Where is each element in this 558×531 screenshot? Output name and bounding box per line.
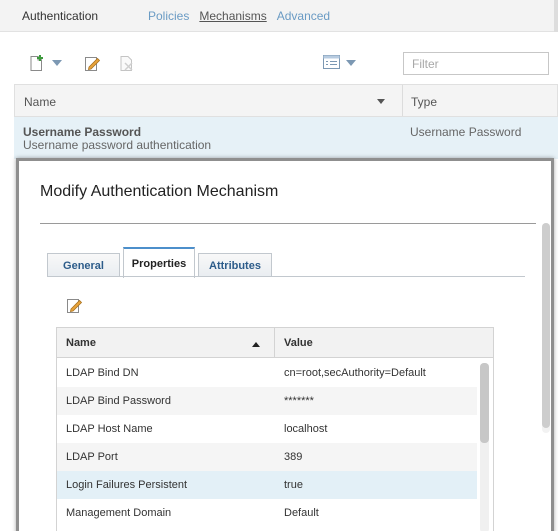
tab-attributes[interactable]: Attributes xyxy=(198,253,272,277)
column-divider xyxy=(274,328,275,358)
column-header-type[interactable]: Type xyxy=(411,95,437,109)
property-value: 389 xyxy=(284,451,303,463)
modify-mechanism-dialog: Modify Authentication Mechanism General … xyxy=(16,158,554,531)
table-row[interactable]: LDAP Host Name localhost xyxy=(57,415,477,443)
header-nav: Policies Mechanisms Advanced xyxy=(148,9,330,23)
new-icon[interactable] xyxy=(28,54,46,72)
nav-link-advanced[interactable]: Advanced xyxy=(277,9,330,23)
view-dropdown-caret-icon[interactable] xyxy=(345,58,357,68)
property-name: Login Failures Persistent xyxy=(66,479,188,491)
view-options-icon[interactable] xyxy=(322,54,340,70)
table-scrollbar[interactable] xyxy=(480,363,489,531)
property-name: LDAP Host Name xyxy=(66,423,153,435)
nav-link-mechanisms[interactable]: Mechanisms xyxy=(199,9,266,23)
filter-input[interactable] xyxy=(403,52,549,75)
dialog-divider xyxy=(40,223,536,224)
header-bar: Authentication Policies Mechanisms Advan… xyxy=(0,0,558,32)
new-dropdown-caret-icon[interactable] xyxy=(51,58,63,68)
properties-table-header: Name Value xyxy=(57,328,493,358)
column-divider xyxy=(402,85,403,116)
property-value: ******* xyxy=(284,395,314,407)
dialog-scrollbar-thumb[interactable] xyxy=(542,223,550,428)
table-row-selected[interactable]: Login Failures Persistent true xyxy=(57,471,477,499)
sort-descending-icon[interactable] xyxy=(377,99,385,104)
tab-general[interactable]: General xyxy=(47,253,120,277)
property-name: LDAP Bind DN xyxy=(66,367,139,379)
table-row[interactable]: LDAP Bind Password ******* xyxy=(57,387,477,415)
mechanism-description: Username password authentication xyxy=(23,138,212,152)
table-row[interactable]: Management Domain Default xyxy=(57,499,477,527)
property-name: LDAP Bind Password xyxy=(66,395,171,407)
property-value: Default xyxy=(284,507,319,519)
tab-properties[interactable]: Properties xyxy=(123,247,195,278)
sort-ascending-icon[interactable] xyxy=(252,342,260,347)
mechanism-type: Username Password xyxy=(410,125,522,139)
page-title: Authentication xyxy=(22,9,99,23)
mechanisms-table-header: Name Type xyxy=(14,84,558,117)
mechanism-name: Username Password xyxy=(23,125,142,139)
nav-link-policies[interactable]: Policies xyxy=(148,9,189,23)
toolbar xyxy=(0,32,558,84)
delete-icon[interactable] xyxy=(118,54,136,72)
dialog-title: Modify Authentication Mechanism xyxy=(40,183,279,200)
property-name: Management Domain xyxy=(66,507,172,519)
column-header-value[interactable]: Value xyxy=(284,337,313,349)
table-row[interactable]: LDAP Port 389 xyxy=(57,443,477,471)
table-scrollbar-thumb[interactable] xyxy=(480,363,489,443)
property-value: cn=root,secAuthority=Default xyxy=(284,367,426,379)
properties-table: Name Value LDAP Bind DN cn=root,secAutho… xyxy=(56,327,494,531)
edit-property-icon[interactable] xyxy=(66,297,83,317)
table-row[interactable]: LDAP Bind DN cn=root,secAuthority=Defaul… xyxy=(57,359,477,387)
column-header-name[interactable]: Name xyxy=(24,95,56,109)
property-value: true xyxy=(284,479,303,491)
dialog-scrollbar[interactable] xyxy=(542,223,550,433)
edit-icon[interactable] xyxy=(83,54,101,72)
table-row[interactable]: Username Password Username password auth… xyxy=(14,117,558,159)
property-value: localhost xyxy=(284,423,328,435)
tab-baseline xyxy=(47,276,525,277)
property-name: LDAP Port xyxy=(66,451,118,463)
column-header-name[interactable]: Name xyxy=(66,337,96,349)
header-edge xyxy=(554,0,558,32)
